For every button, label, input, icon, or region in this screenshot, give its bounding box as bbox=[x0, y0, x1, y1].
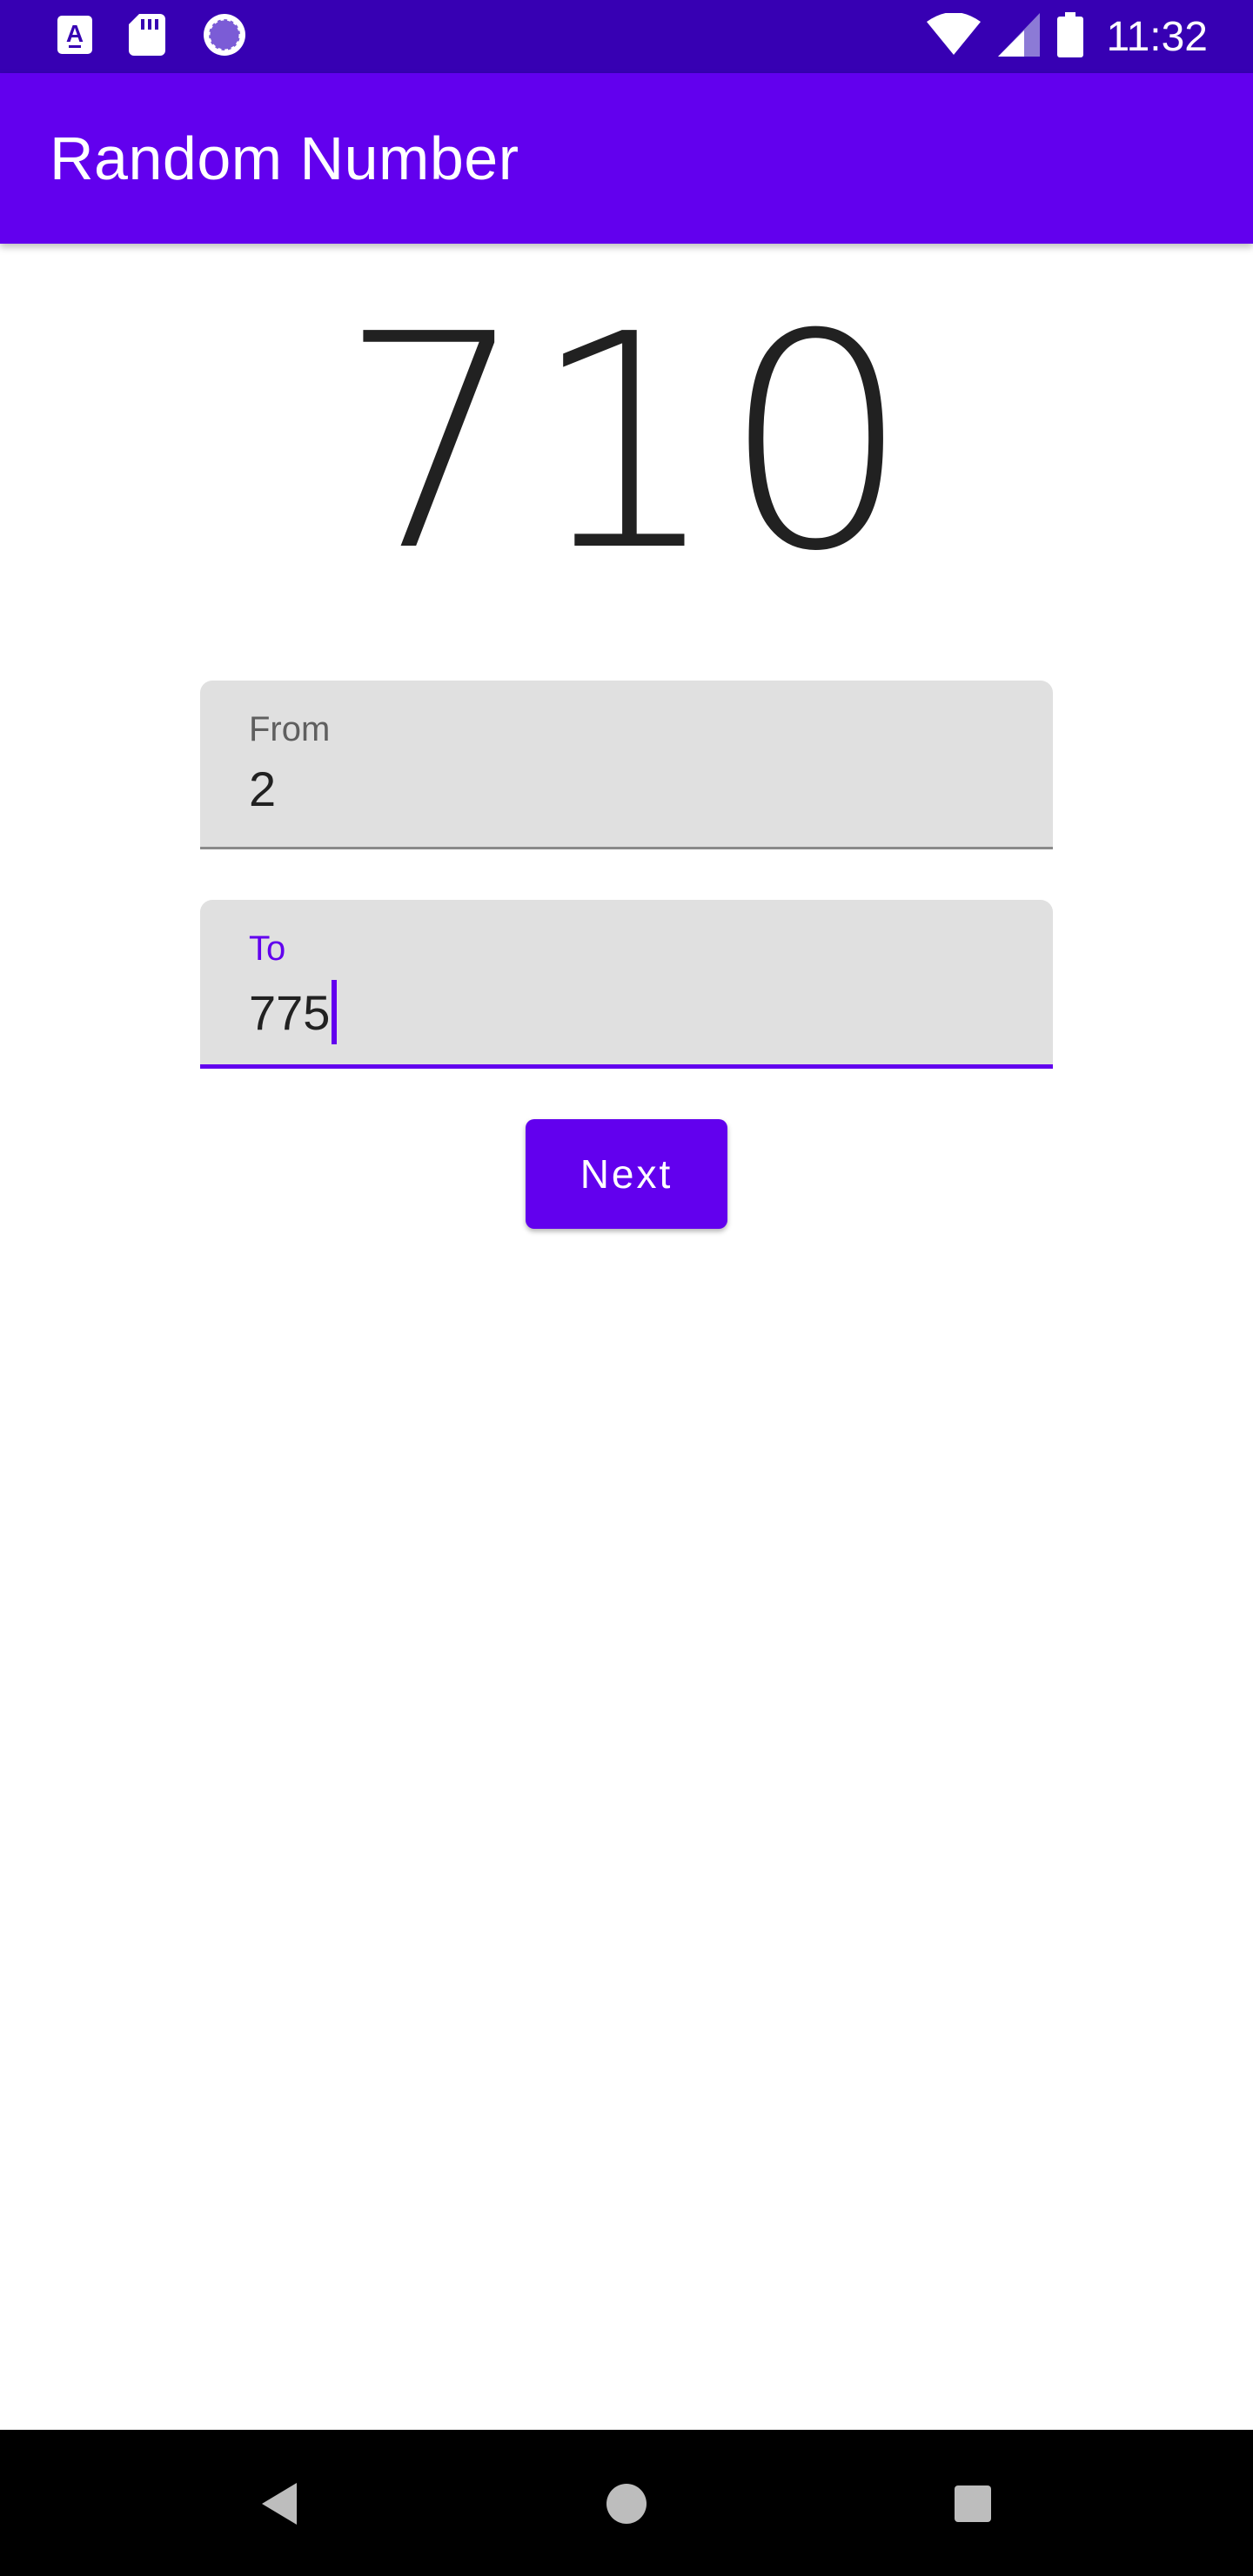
app-bar: Random Number bbox=[0, 73, 1253, 244]
home-icon[interactable] bbox=[596, 2473, 657, 2534]
app-title: Random Number bbox=[50, 124, 519, 192]
status-time: 11:32 bbox=[1106, 13, 1208, 60]
text-a-notification-icon: A bbox=[57, 15, 92, 58]
navigation-bar bbox=[0, 2430, 1253, 2576]
back-icon[interactable] bbox=[249, 2473, 310, 2534]
random-number-display: 710 bbox=[338, 272, 915, 616]
to-field[interactable]: To 775 bbox=[200, 900, 1053, 1069]
from-label: From bbox=[249, 710, 331, 748]
system-status: 11:32 bbox=[927, 11, 1208, 62]
next-button[interactable]: Next bbox=[526, 1119, 727, 1229]
from-value: 2 bbox=[249, 761, 277, 816]
to-input[interactable]: 775 bbox=[249, 980, 338, 1044]
text-cursor bbox=[332, 980, 338, 1044]
wifi-icon bbox=[927, 11, 982, 61]
svg-text:A: A bbox=[66, 20, 84, 47]
from-field[interactable]: From 2 bbox=[200, 681, 1053, 849]
battery-icon bbox=[1057, 11, 1084, 62]
from-input[interactable]: 2 bbox=[249, 761, 276, 817]
sd-card-icon bbox=[129, 13, 165, 60]
recents-icon[interactable] bbox=[942, 2473, 1003, 2534]
status-bar: A 11:32 bbox=[0, 0, 1253, 73]
loading-circle-icon bbox=[202, 12, 247, 62]
to-value: 775 bbox=[249, 984, 331, 1040]
signal-icon bbox=[998, 12, 1041, 61]
to-label: To bbox=[249, 929, 286, 968]
notification-icons: A bbox=[57, 12, 247, 61]
